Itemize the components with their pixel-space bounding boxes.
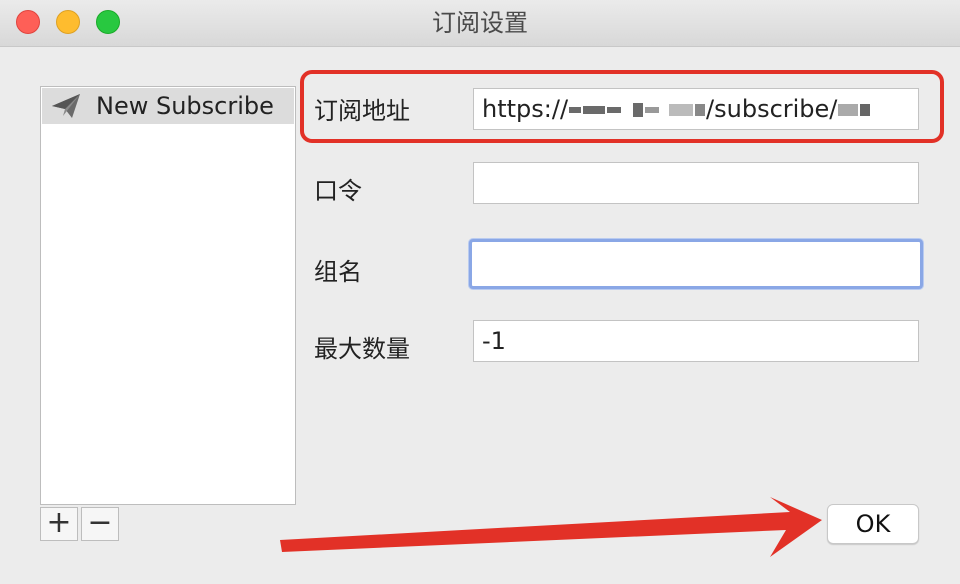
annotation-highlight-box [300, 70, 944, 143]
paper-plane-icon [52, 94, 80, 118]
window-title: 订阅设置 [432, 9, 528, 37]
subscription-item-label: New Subscribe [96, 92, 274, 120]
title-bar[interactable]: 订阅设置 [0, 0, 960, 47]
max-count-label: 最大数量 [314, 335, 410, 363]
remove-subscription-button[interactable]: − [81, 507, 119, 541]
password-label: 口令 [314, 177, 362, 205]
password-field[interactable] [473, 162, 919, 204]
subscription-list[interactable]: New Subscribe [40, 86, 296, 505]
group-label: 组名 [314, 258, 362, 286]
ok-button[interactable]: OK [827, 504, 919, 544]
subscription-list-item[interactable]: New Subscribe [42, 88, 294, 124]
group-name-field[interactable] [469, 239, 923, 289]
max-count-field[interactable]: -1 [473, 320, 919, 362]
add-subscription-button[interactable]: + [40, 507, 78, 541]
subscription-settings-window: 订阅设置 New Subscribe + − 订阅地址 https:///sub… [0, 0, 960, 584]
